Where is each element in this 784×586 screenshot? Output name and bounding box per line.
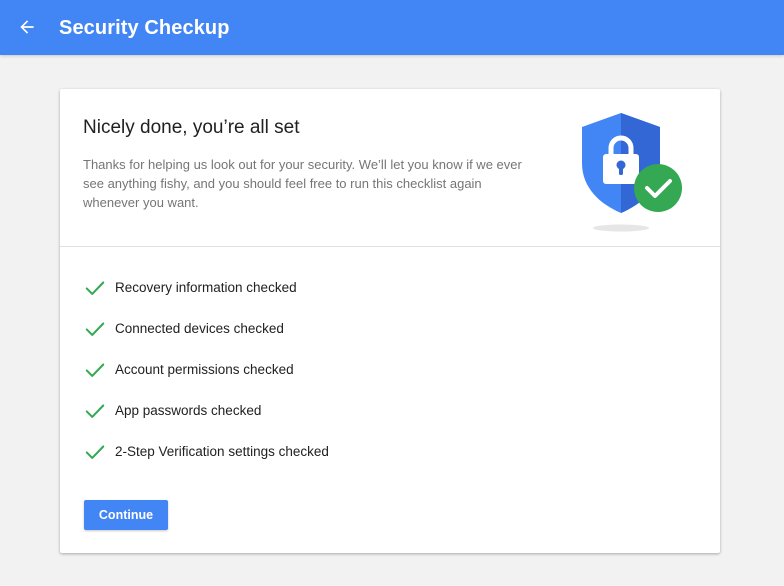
shield-lock-check-icon [582, 113, 682, 232]
checklist-item-label: Connected devices checked [115, 321, 284, 336]
card-header: Nicely done, you’re all set Thanks for h… [60, 89, 720, 247]
page-title: Security Checkup [59, 17, 230, 39]
checklist-item: Connected devices checked [84, 318, 684, 359]
checklist-item: 2-Step Verification settings checked [84, 441, 684, 482]
checklist-item-label: Account permissions checked [115, 362, 294, 377]
checklist-item: App passwords checked [84, 400, 684, 441]
checklist: Recovery information checked Connected d… [84, 277, 684, 482]
continue-button[interactable]: Continue [84, 500, 168, 530]
checklist-item: Recovery information checked [84, 277, 684, 318]
checklist-item: Account permissions checked [84, 359, 684, 400]
back-button[interactable] [12, 12, 42, 42]
checklist-item-label: App passwords checked [115, 403, 262, 418]
check-icon [85, 322, 105, 336]
checklist-item-label: Recovery information checked [115, 280, 297, 295]
checklist-item-label: 2-Step Verification settings checked [115, 444, 329, 459]
check-icon [85, 404, 105, 418]
card-heading: Nicely done, you’re all set [83, 117, 300, 138]
security-checkup-card: Nicely done, you’re all set Thanks for h… [60, 89, 720, 553]
check-icon [85, 281, 105, 295]
check-icon [85, 363, 105, 377]
card-description: Thanks for helping us look out for your … [83, 157, 522, 210]
app-bar: Security Checkup [0, 0, 784, 55]
check-icon [85, 445, 105, 459]
arrow-back-icon [20, 20, 34, 34]
